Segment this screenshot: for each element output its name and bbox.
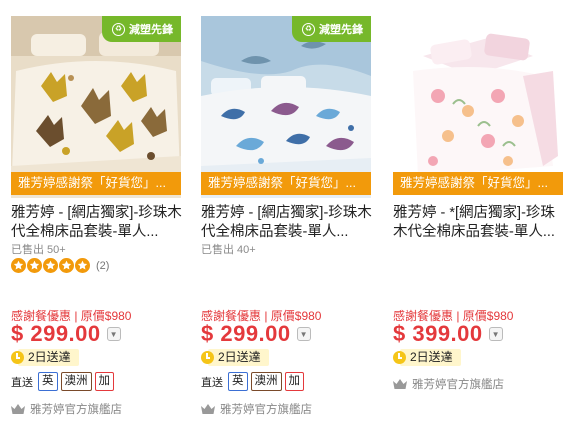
recycle-icon: ♻ [302, 22, 315, 36]
promo-banner[interactable]: 雅芳婷感謝祭「好貨您」... [11, 172, 181, 195]
rating: (2) [11, 258, 109, 273]
price-row: $ 299.00 ▼ [11, 321, 121, 347]
promo-banner[interactable]: 雅芳婷感謝祭「好貨您」... [393, 172, 563, 195]
star-icon [27, 258, 42, 273]
chevron-down-icon[interactable]: ▼ [488, 327, 503, 341]
product-title[interactable]: 雅芳婷 - [網店獨家]-珍珠木代全棉床品套裝-單人... [11, 204, 183, 242]
star-icon [75, 258, 90, 273]
recycle-icon: ♻ [112, 22, 125, 36]
ship-tag-uk: 英 [228, 372, 248, 391]
star-icon [43, 258, 58, 273]
store-link[interactable]: 雅芳婷官方旗艦店 [201, 401, 312, 417]
ship-tag-au: 澳洲 [250, 372, 282, 391]
chevron-down-icon[interactable]: ▼ [106, 327, 121, 341]
sold-count: 已售出 50+ [11, 244, 66, 256]
eco-badge: ♻ 減塑先鋒 [292, 16, 371, 42]
price: $ 299.00 [201, 321, 291, 346]
price-row: $ 299.00 ▼ [201, 321, 311, 347]
crown-icon [393, 379, 407, 389]
crown-icon [201, 404, 215, 414]
rating-count: (2) [96, 259, 110, 272]
product-card[interactable]: ♻ 減塑先鋒 雅芳婷感謝祭「好貨您」... 雅芳婷 - [網店獨家]-珍珠木代全… [11, 8, 187, 421]
product-card[interactable]: 雅芳婷感謝祭「好貨您」... 雅芳婷 - *[網店獨家]-珍珠木代全棉床品套裝-… [393, 8, 569, 421]
eco-badge: ♻ 減塑先鋒 [102, 16, 181, 42]
delivery-badge: 2日送達 [393, 348, 461, 366]
ship-tag-ca: 加 [284, 372, 304, 391]
direct-shipping: 直送 英 澳洲 加 [201, 372, 304, 391]
star-icon [59, 258, 74, 273]
clock-icon [393, 350, 406, 364]
price-row: $ 399.00 ▼ [393, 321, 503, 347]
promo-banner[interactable]: 雅芳婷感謝祭「好貨您」... [201, 172, 371, 195]
product-title[interactable]: 雅芳婷 - [網店獨家]-珍珠木代全棉床品套裝-單人... [201, 204, 373, 242]
price: $ 399.00 [393, 321, 483, 346]
delivery-badge: 2日送達 [201, 348, 269, 366]
product-image[interactable] [393, 16, 563, 198]
chevron-down-icon[interactable]: ▼ [296, 327, 311, 341]
sold-count: 已售出 40+ [201, 244, 256, 256]
crown-icon [11, 404, 25, 414]
ship-tag-uk: 英 [38, 372, 58, 391]
delivery-badge: 2日送達 [11, 348, 79, 366]
ship-tag-au: 澳洲 [60, 372, 92, 391]
product-card[interactable]: ♻ 減塑先鋒 雅芳婷感謝祭「好貨您」... 雅芳婷 - [網店獨家]-珍珠木代全… [201, 8, 377, 421]
clock-icon [11, 350, 24, 364]
product-image[interactable]: ♻ 減塑先鋒 [201, 16, 371, 198]
star-icon [11, 258, 26, 273]
product-image[interactable]: ♻ 減塑先鋒 [11, 16, 181, 198]
price: $ 299.00 [11, 321, 101, 346]
clock-icon [201, 350, 214, 364]
store-link[interactable]: 雅芳婷官方旗艦店 [11, 401, 122, 417]
ship-tag-ca: 加 [94, 372, 114, 391]
product-title[interactable]: 雅芳婷 - *[網店獨家]-珍珠木代全棉床品套裝-單人... [393, 204, 565, 242]
direct-shipping: 直送 英 澳洲 加 [11, 372, 114, 391]
store-link[interactable]: 雅芳婷官方旗艦店 [393, 376, 504, 392]
